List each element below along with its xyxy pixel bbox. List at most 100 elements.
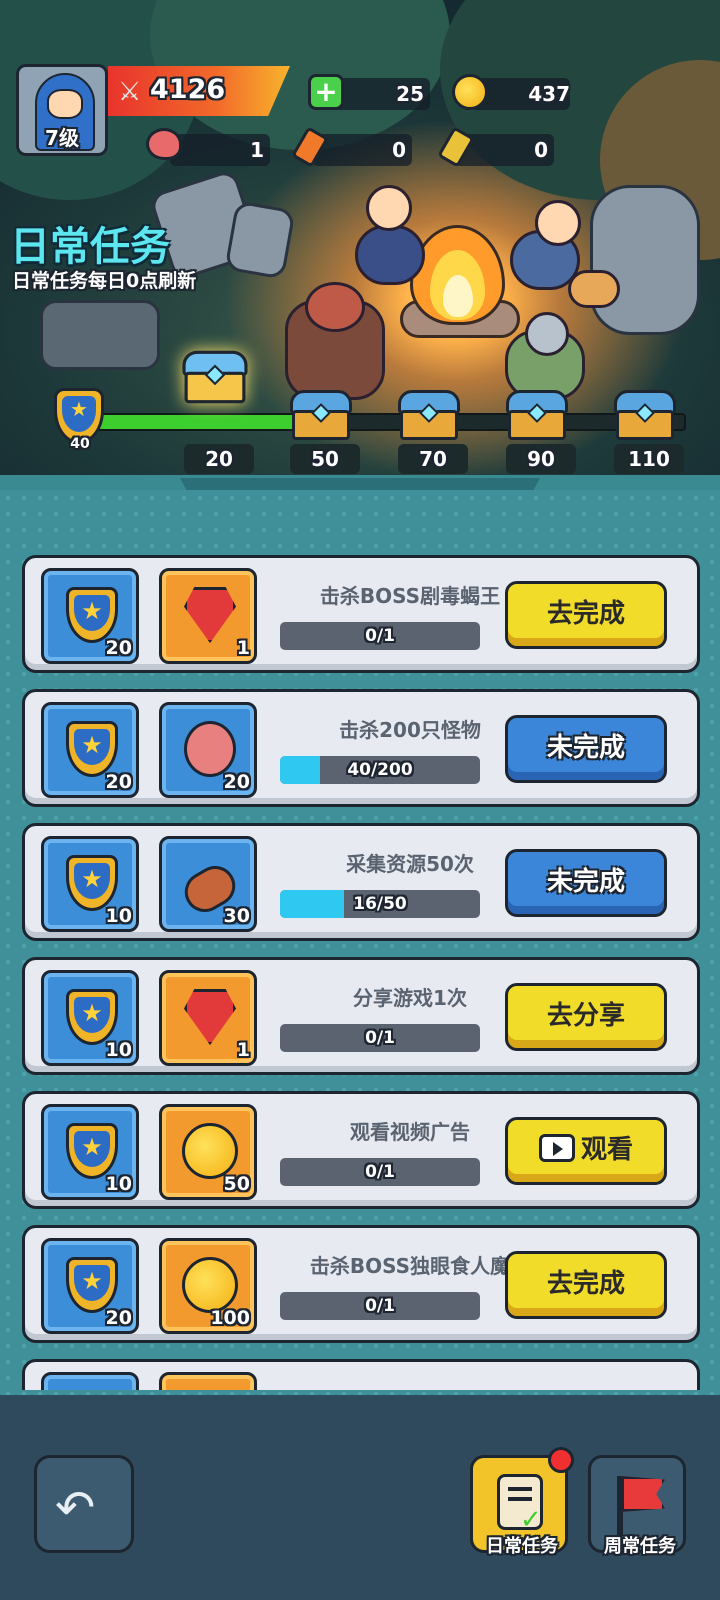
task-action-label: 未完成 bbox=[546, 867, 625, 897]
task-progress-bar: 0/1 bbox=[280, 1158, 480, 1186]
activity-points-reward: ★ 10 bbox=[41, 1104, 139, 1200]
task-action-label: 未完成 bbox=[546, 733, 625, 763]
reward-count: 100 bbox=[210, 1307, 250, 1329]
task-list-check-icon: ✓ bbox=[497, 1474, 543, 1535]
shield-star-icon: ★ bbox=[66, 587, 118, 643]
task-progress-text: 0/1 bbox=[365, 1296, 395, 1316]
daily-tasks-screen: 7级 ⚔ 4126 + 25 437 1 0 0 日常任务 日常任务每日0点刷新… bbox=[0, 0, 720, 1600]
notification-dot bbox=[548, 1447, 574, 1473]
task-action-button[interactable]: 去完成 bbox=[505, 581, 667, 649]
player-avatar[interactable]: 7级 bbox=[16, 64, 108, 156]
task-name: 分享游戏1次 bbox=[353, 986, 467, 1010]
top-status-bar: 7级 ⚔ 4126 + 25 437 1 0 0 bbox=[0, 0, 720, 180]
red-ticket-count: 0 bbox=[392, 138, 406, 162]
tab-daily-label: 日常任务 bbox=[486, 1536, 558, 1557]
red-gem-icon bbox=[184, 989, 236, 1045]
task-action-label: 去完成 bbox=[546, 1269, 625, 1299]
shield-star-icon: ★ bbox=[66, 721, 118, 777]
meat-count: 1 bbox=[250, 138, 264, 162]
reward-count: 20 bbox=[223, 771, 250, 793]
back-button[interactable]: ↶ bbox=[34, 1455, 134, 1553]
task-action-button[interactable]: 观看 bbox=[505, 1117, 667, 1185]
item-reward: 20 bbox=[159, 702, 257, 798]
bard-character bbox=[355, 225, 425, 285]
task-list[interactable]: ★ 20 1 击杀BOSS剧毒蝎王 0/1 去完成 ★ 20 20 击杀200只… bbox=[0, 555, 720, 1390]
shield-star-icon: ★ bbox=[66, 1257, 118, 1313]
reward-count: 1 bbox=[236, 637, 250, 659]
back-arrow-icon: ↶ bbox=[55, 1480, 96, 1536]
milestone-label: 50 bbox=[290, 444, 360, 474]
task-progress-text: 40/200 bbox=[347, 760, 413, 780]
gold-coin-icon bbox=[182, 1123, 238, 1179]
task-progress-text: 0/1 bbox=[365, 626, 395, 646]
gold-coin-icon bbox=[182, 1257, 238, 1313]
task-progress-bar: 0/1 bbox=[280, 1292, 480, 1320]
activity-points-reward: ★ 10 bbox=[41, 970, 139, 1066]
milestone-label: 90 bbox=[506, 444, 576, 474]
shield-star-icon: ★ bbox=[66, 989, 118, 1045]
shield-star-icon: ★ bbox=[66, 855, 118, 911]
milestone-label: 70 bbox=[398, 444, 468, 474]
task-row: ★ 10 1 分享游戏1次 0/1 去分享 bbox=[22, 957, 700, 1075]
task-row-partial bbox=[22, 1359, 700, 1390]
reward-points: 20 bbox=[105, 771, 132, 793]
shield-star-icon: ★ bbox=[66, 1123, 118, 1179]
green-gem-icon[interactable]: + bbox=[308, 74, 344, 110]
item-reward: 1 bbox=[159, 970, 257, 1066]
item-reward: 1 bbox=[159, 568, 257, 664]
chest-icon-20[interactable] bbox=[182, 350, 248, 404]
activity-points-reward: ★ 20 bbox=[41, 1238, 139, 1334]
chest-icon-90[interactable] bbox=[506, 390, 568, 440]
task-action-label: 去分享 bbox=[546, 1001, 625, 1031]
player-level: 7级 bbox=[45, 126, 79, 150]
tv-icon bbox=[538, 1133, 575, 1162]
task-progress-text: 0/1 bbox=[365, 1162, 395, 1182]
meat-icon bbox=[146, 128, 182, 160]
item-reward: 50 bbox=[159, 1104, 257, 1200]
reward-count: 50 bbox=[223, 1173, 250, 1195]
combat-power-value: 4126 bbox=[150, 74, 226, 105]
reward-points: 10 bbox=[105, 1173, 132, 1195]
task-progress-text: 16/50 bbox=[353, 894, 407, 914]
reward-points: 10 bbox=[105, 1039, 132, 1061]
task-name: 观看视频广告 bbox=[350, 1120, 470, 1144]
activity-points-value: 40 bbox=[70, 436, 90, 452]
task-name: 采集资源50次 bbox=[346, 852, 474, 876]
task-action-button[interactable]: 去完成 bbox=[505, 1251, 667, 1319]
page-subtitle: 日常任务每日0点刷新 bbox=[12, 270, 197, 292]
activity-points-reward: ★ 20 bbox=[41, 568, 139, 664]
task-name: 击杀BOSS独眼食人魔 bbox=[309, 1254, 511, 1278]
page-title: 日常任务 bbox=[10, 224, 170, 270]
activity-progress-bar bbox=[96, 413, 686, 431]
milestone-label: 20 bbox=[184, 444, 254, 474]
coin-count: 437 bbox=[528, 82, 570, 106]
task-row: ★ 20 100 击杀BOSS独眼食人魔 0/1 去完成 bbox=[22, 1225, 700, 1343]
red-flag-icon bbox=[621, 1476, 665, 1512]
crossed-swords-icon: ⚔ bbox=[118, 77, 142, 107]
task-row: ★ 20 20 击杀200只怪物 40/200 未完成 bbox=[22, 689, 700, 807]
task-progress-bar: 0/1 bbox=[280, 1024, 480, 1052]
tab-weekly-tasks[interactable]: 周常任务 bbox=[588, 1455, 686, 1557]
task-action-button[interactable]: 去分享 bbox=[505, 983, 667, 1051]
item-reward: 100 bbox=[159, 1238, 257, 1334]
milestone-label: 110 bbox=[614, 444, 684, 474]
tab-weekly-label: 周常任务 bbox=[604, 1536, 676, 1557]
blue-ticket-count: 0 bbox=[534, 138, 548, 162]
task-row: ★ 10 30 采集资源50次 16/50 未完成 bbox=[22, 823, 700, 941]
chest-icon-50[interactable] bbox=[290, 390, 352, 440]
campfire-icon bbox=[410, 205, 505, 325]
task-name: 击杀BOSS剧毒蝎王 bbox=[319, 584, 501, 608]
red-gem-icon bbox=[184, 587, 236, 643]
reward-points: 20 bbox=[105, 637, 132, 659]
chest-icon-70[interactable] bbox=[398, 390, 460, 440]
task-action-button[interactable]: 未完成 bbox=[505, 715, 667, 783]
chest-icon-110[interactable] bbox=[614, 390, 676, 440]
task-progress-bar: 40/200 bbox=[280, 756, 480, 784]
task-action-button[interactable]: 未完成 bbox=[505, 849, 667, 917]
reward-count: 30 bbox=[223, 905, 250, 927]
meat-icon bbox=[184, 721, 236, 777]
task-progress-text: 0/1 bbox=[365, 1028, 395, 1048]
item-reward: 30 bbox=[159, 836, 257, 932]
activity-points-reward: ★ 10 bbox=[41, 836, 139, 932]
activity-points-reward: ★ 20 bbox=[41, 702, 139, 798]
